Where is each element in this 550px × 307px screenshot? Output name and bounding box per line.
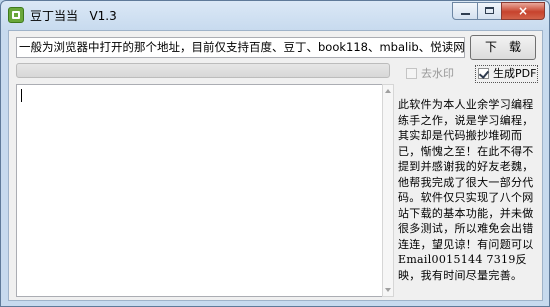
window-title: 豆丁当当 V1.3 [30, 9, 117, 23]
close-button[interactable]: × [501, 2, 545, 20]
check-icon [478, 68, 490, 79]
app-window: 豆丁当当 V1.3 × 一般为浏览器中打开的那个地址，目前仅支持百度、豆丁、bo… [0, 0, 550, 307]
watermark-label: 去水印 [421, 67, 454, 80]
about-notice: 此软件为本人业余学习编程练手之作，说是学习编程，其实却是代码搬抄堆砌而已，惭愧之… [398, 98, 534, 282]
app-logo-icon [8, 7, 24, 23]
url-input[interactable]: 一般为浏览器中打开的那个地址，目前仅支持百度、豆丁、book118、mbalib… [16, 37, 465, 58]
checkbox-box [478, 68, 490, 79]
minimize-icon [461, 13, 470, 15]
download-button[interactable]: 下 载 [470, 35, 536, 60]
checkbox-box [406, 68, 417, 79]
minimize-button[interactable] [452, 2, 478, 20]
maximize-button[interactable] [477, 2, 502, 20]
close-icon: × [517, 4, 529, 18]
maximize-icon [485, 7, 494, 14]
generate-pdf-checkbox[interactable]: 生成PDF [478, 67, 536, 81]
watermark-checkbox[interactable]: 去水印 [406, 67, 454, 81]
main-panel: 一般为浏览器中打开的那个地址，目前仅支持百度、豆丁、book118、mbalib… [8, 30, 543, 301]
log-textarea[interactable] [16, 84, 384, 297]
title-bar[interactable]: 豆丁当当 V1.3 × [1, 1, 549, 29]
pdf-label: 生成PDF [493, 67, 537, 80]
text-caret [21, 89, 22, 102]
scroll-up-arrow-icon[interactable] [385, 89, 391, 93]
download-progress-bar [16, 63, 390, 78]
log-scrollbar[interactable] [382, 84, 394, 297]
scroll-down-arrow-icon[interactable] [385, 288, 391, 292]
